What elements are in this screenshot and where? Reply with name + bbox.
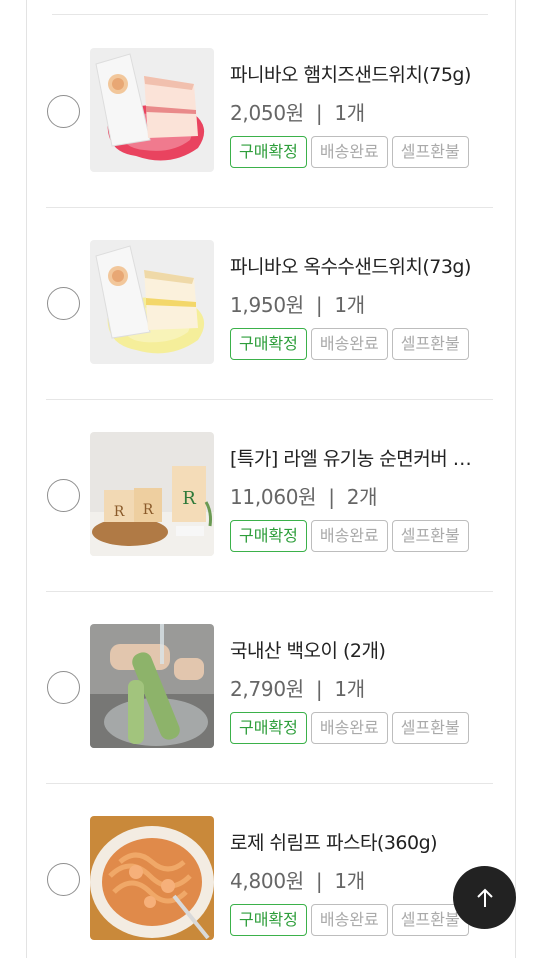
order-item: 파니바오 햄치즈샌드위치(75g) 2,050원 | 1개 구매확정 배송완료 셀프…	[46, 16, 493, 208]
delivery-complete-badge: 배송완료	[310, 712, 388, 744]
status-tags: 구매확정 배송완료 셀프환불	[230, 328, 469, 360]
delivery-complete-badge: 배송완료	[310, 520, 388, 552]
select-radio[interactable]	[47, 95, 80, 128]
price: 4,800원	[230, 869, 304, 893]
select-radio[interactable]	[47, 863, 80, 896]
purchase-confirmed-badge[interactable]: 구매확정	[230, 904, 307, 936]
price: 2,790원	[230, 677, 304, 701]
delivery-complete-badge: 배송완료	[310, 904, 388, 936]
sanitary-pad-boxes-image: R R R	[90, 432, 214, 556]
svg-text:R: R	[114, 504, 125, 520]
ham-cheese-sandwich-image	[90, 48, 214, 172]
price-qty: 11,060원 | 2개	[230, 484, 378, 510]
purchase-confirmed-badge[interactable]: 구매확정	[230, 712, 307, 744]
scroll-top-button[interactable]	[453, 866, 516, 929]
price-qty: 4,800원 | 1개	[230, 868, 365, 894]
separator: |	[315, 677, 323, 701]
status-tags: 구매확정 배송완료 셀프환불	[230, 712, 469, 744]
separator: |	[315, 869, 323, 893]
quantity: 1개	[334, 101, 365, 125]
product-name[interactable]: 로제 쉬림프 파스타(360g)	[230, 830, 488, 856]
separator: |	[315, 293, 323, 317]
product-thumbnail[interactable]	[90, 624, 214, 748]
delivery-complete-badge: 배송완료	[310, 328, 388, 360]
arrow-up-icon	[476, 888, 493, 907]
rose-shrimp-pasta-image	[90, 816, 214, 940]
corn-sandwich-image	[90, 240, 214, 364]
purchase-confirmed-badge[interactable]: 구매확정	[230, 136, 307, 168]
order-item: 로제 쉬림프 파스타(360g) 4,800원 | 1개 구매확정 배송완료 셀프환…	[46, 784, 493, 976]
product-name[interactable]: 파니바오 햄치즈샌드위치(75g)	[230, 62, 488, 88]
price-qty: 2,790원 | 1개	[230, 676, 365, 702]
svg-text:R: R	[182, 488, 196, 509]
product-name[interactable]: [특가] 라엘 유기농 순면커버 초슬림 중형 생리대	[230, 446, 488, 472]
price-qty: 1,950원 | 1개	[230, 292, 365, 318]
delivery-complete-badge: 배송완료	[310, 136, 388, 168]
status-tags: 구매확정 배송완료 셀프환불	[230, 136, 469, 168]
self-refund-button[interactable]: 셀프환불	[391, 136, 469, 168]
price-qty: 2,050원 | 1개	[230, 100, 365, 126]
order-item: 국내산 백오이 (2개) 2,790원 | 1개 구매확정 배송완료 셀프환불	[46, 592, 493, 784]
price: 11,060원	[230, 485, 317, 509]
separator: |	[315, 101, 323, 125]
product-name[interactable]: 국내산 백오이 (2개)	[230, 638, 488, 664]
order-item: 파니바오 옥수수샌드위치(73g) 1,950원 | 1개 구매확정 배송완료 셀프…	[46, 208, 493, 400]
price: 2,050원	[230, 101, 304, 125]
purchase-confirmed-badge[interactable]: 구매확정	[230, 520, 307, 552]
quantity: 1개	[334, 677, 365, 701]
product-thumbnail[interactable]	[90, 816, 214, 940]
product-thumbnail[interactable]	[90, 240, 214, 364]
self-refund-button[interactable]: 셀프환불	[391, 520, 469, 552]
product-thumbnail[interactable]: R R R	[90, 432, 214, 556]
quantity: 1개	[334, 869, 365, 893]
svg-text:R: R	[143, 502, 154, 518]
select-radio[interactable]	[47, 479, 80, 512]
quantity: 1개	[334, 293, 365, 317]
select-radio[interactable]	[47, 671, 80, 704]
divider	[52, 14, 488, 15]
product-thumbnail[interactable]	[90, 48, 214, 172]
price: 1,950원	[230, 293, 304, 317]
select-radio[interactable]	[47, 287, 80, 320]
self-refund-button[interactable]: 셀프환불	[391, 712, 469, 744]
status-tags: 구매확정 배송완료 셀프환불	[230, 904, 469, 936]
cucumber-image	[90, 624, 214, 748]
self-refund-button[interactable]: 셀프환불	[391, 328, 469, 360]
product-name[interactable]: 파니바오 옥수수샌드위치(73g)	[230, 254, 488, 280]
purchase-confirmed-badge[interactable]: 구매확정	[230, 328, 307, 360]
order-item: R R R [특가] 라엘 유기농 순면커버 초슬림 중형 생리대 11,060…	[46, 400, 493, 592]
status-tags: 구매확정 배송완료 셀프환불	[230, 520, 469, 552]
quantity: 2개	[346, 485, 378, 509]
separator: |	[328, 485, 335, 509]
